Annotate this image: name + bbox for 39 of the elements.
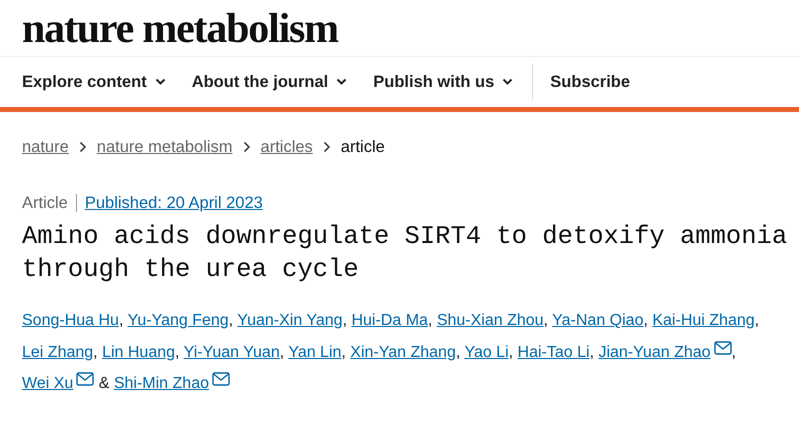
article-title: Amino acids downregulate SIRT4 to detoxify ammonia through the urea cycle	[22, 221, 788, 286]
author-link[interactable]: Song-Hua Hu	[22, 312, 119, 329]
author-link[interactable]: Yi-Yuan Yuan	[184, 344, 280, 360]
author-link[interactable]: Lin Huang	[102, 344, 176, 360]
chevron-right-icon	[78, 141, 87, 153]
breadcrumb-link[interactable]: nature	[22, 138, 69, 156]
breadcrumb-link[interactable]: nature metabolism	[96, 138, 233, 156]
author-link[interactable]: Shu-Xian Zhou	[436, 312, 544, 329]
author-link[interactable]: Hai-Tao Li	[518, 344, 590, 360]
nav-menu-item[interactable]: Explore content	[22, 64, 166, 100]
chevron-right-icon	[242, 141, 251, 153]
email-icon[interactable]	[76, 372, 94, 386]
chevron-down-icon	[336, 78, 348, 86]
article-type: Article	[22, 194, 77, 212]
author-link[interactable]: Kai-Hui Zhang	[652, 312, 755, 329]
chevron-down-icon	[154, 78, 166, 86]
author-link[interactable]: Jian-Yuan Zhao	[598, 344, 711, 360]
nav-menu-item[interactable]: Subscribe	[532, 64, 630, 100]
author-link[interactable]: Shi-Min Zhao	[114, 375, 209, 392]
author-link[interactable]: Lei Zhang	[22, 344, 94, 360]
current-page-text[interactable]: article	[340, 138, 385, 156]
chevron-right-icon	[322, 141, 331, 153]
author-link[interactable]: Ya-Nan Qiao	[552, 312, 644, 329]
chevron-down-icon	[502, 78, 514, 86]
author-link[interactable]: Yuan-Xin Yang	[237, 312, 343, 329]
author-link[interactable]: Wei Xu	[22, 375, 74, 392]
author-list: Song-Hua Hu, Yu-Yang Feng, Yuan-Xin Yang, Hui-Da Ma, Shu-Xian Zhou, Ya-Nan Qiao, Kai-Hui Zhang, Lei Zhang, Lin Huang, Yi-Yuan Yuan, Yan Lin, Xin-Yan Zhang, Yao Li, Hai-Tao Li, Jian-Yuan Zhao , Wei Xu & Shi-Min Zhao	[22, 305, 787, 400]
author-link[interactable]: Xin-Yan Zhang	[350, 344, 456, 360]
journal-logo[interactable]: nature metabolism	[22, 10, 338, 48]
author-link[interactable]: Hui-Da Ma	[351, 312, 428, 329]
email-icon[interactable]	[714, 340, 732, 354]
nav-menu-item[interactable]: Publish with us	[373, 64, 514, 100]
author-link[interactable]: Yao Li	[464, 344, 509, 360]
published-date-link[interactable]: Published: 20 April 2023	[84, 194, 263, 212]
author-link[interactable]: Yan Lin	[288, 344, 342, 360]
author-link[interactable]: Yu-Yang Feng	[128, 312, 229, 329]
breadcrumb-link[interactable]: articles	[260, 138, 313, 156]
nav-menu-item[interactable]: About the journal	[192, 64, 348, 100]
email-icon[interactable]	[212, 372, 230, 386]
